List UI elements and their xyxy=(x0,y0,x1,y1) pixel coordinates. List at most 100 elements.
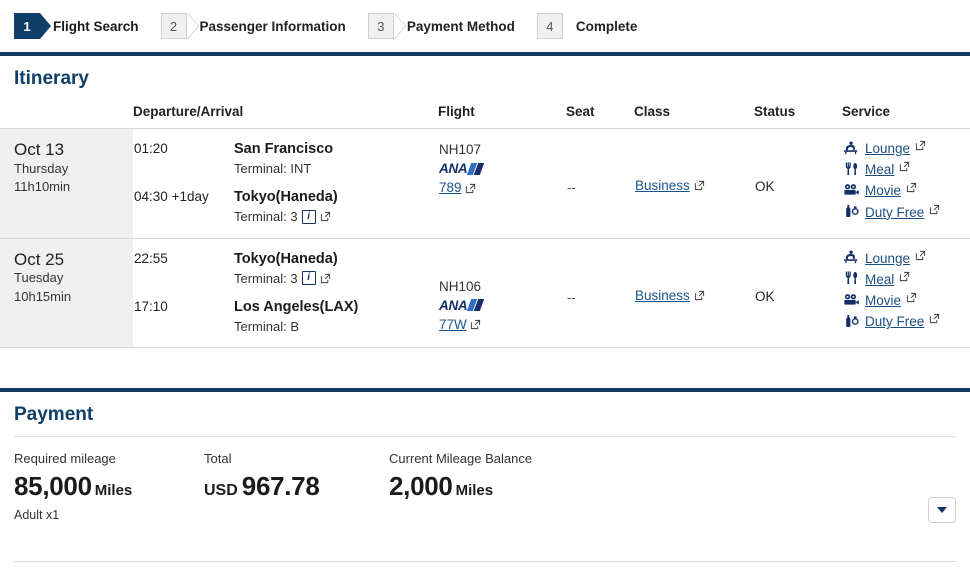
step-1-label: Flight Search xyxy=(53,18,139,34)
payment-summary: Required mileage 85,000 Miles Adult x1 To… xyxy=(0,437,970,522)
cabin-class-link[interactable]: Business xyxy=(635,288,690,303)
service-link[interactable]: Lounge xyxy=(865,250,910,268)
flight-identity: NH106 ANA 77W xyxy=(439,250,565,336)
service-lounge[interactable]: Lounge xyxy=(843,140,969,158)
external-link-icon[interactable] xyxy=(694,290,705,301)
external-link-icon[interactable] xyxy=(899,271,910,282)
progress-steps: 1 Flight Search 2 Passenger Information … xyxy=(0,0,970,52)
passenger-count-note: Adult x1 xyxy=(14,508,60,523)
external-link-icon[interactable] xyxy=(899,161,910,172)
total-value: 967.78 xyxy=(241,471,320,502)
mileage-balance-unit: Miles xyxy=(455,482,494,500)
total-block: Total USD 967.78 xyxy=(204,451,389,522)
arrival-leg: 04:30 +1day Tokyo(Haneda) Terminal: 3 i xyxy=(134,188,437,226)
flight-date-cell: Oct 25 Tuesday 10h15min xyxy=(0,238,133,349)
status-value: OK xyxy=(755,288,775,304)
external-link-icon[interactable] xyxy=(320,211,331,222)
seat-cell: -- xyxy=(566,238,634,349)
col-header-status: Status xyxy=(754,100,842,129)
movie-camera-icon xyxy=(843,292,860,307)
itinerary-table: Departure/Arrival Flight Seat Class Stat… xyxy=(0,100,970,349)
departure-arrival-cell: 22:55 Tokyo(Haneda) Terminal: 3 i 17:10 … xyxy=(133,238,438,349)
mileage-balance-value-row: 2,000 Miles xyxy=(389,471,789,502)
step-4-label: Complete xyxy=(575,18,638,34)
payment-details-toggle-button[interactable] xyxy=(928,497,956,523)
equipment-link[interactable]: 77W xyxy=(439,314,467,336)
external-link-icon[interactable] xyxy=(694,180,705,191)
service-movie[interactable]: Movie xyxy=(843,292,969,310)
service-cell: Lounge Meal Movie Duty Free xyxy=(842,128,970,239)
fork-knife-icon xyxy=(843,271,860,286)
external-link-icon[interactable] xyxy=(915,140,926,151)
equipment-link[interactable]: 789 xyxy=(439,177,462,199)
seat-value: -- xyxy=(567,180,576,195)
service-link[interactable]: Duty Free xyxy=(865,204,924,222)
step-payment-method[interactable]: 3 Payment Method xyxy=(367,13,515,39)
table-row: Oct 13 Thursday 11h10min 01:20 San Franc… xyxy=(0,128,970,239)
arrival-city: Tokyo(Haneda) xyxy=(234,189,338,206)
cabin-class-link[interactable]: Business xyxy=(635,178,690,193)
service-link[interactable]: Movie xyxy=(865,182,901,200)
total-value-row: USD 967.78 xyxy=(204,471,389,502)
flight-duration: 11h10min xyxy=(14,179,71,195)
ana-logo: ANA xyxy=(439,161,565,176)
flight-cell: NH107 ANA 789 xyxy=(438,128,566,239)
service-link[interactable]: Movie xyxy=(865,292,901,310)
lounge-chair-icon xyxy=(843,250,860,265)
arrival-city: Los Angeles(LAX) xyxy=(234,299,359,316)
flight-weekday: Tuesday xyxy=(14,270,64,286)
col-header-service: Service xyxy=(842,100,970,129)
arrival-time-value: 17:10 xyxy=(134,299,168,315)
external-link-icon[interactable] xyxy=(470,319,481,330)
arrival-time: 04:30 +1day xyxy=(134,188,234,204)
service-duty-free[interactable]: Duty Free xyxy=(843,313,969,331)
service-link[interactable]: Meal xyxy=(865,271,894,289)
service-link[interactable]: Meal xyxy=(865,161,894,179)
flight-date-cell: Oct 13 Thursday 11h10min xyxy=(0,128,133,239)
step-1-number: 1 xyxy=(14,13,51,39)
equipment-row: 77W xyxy=(439,314,565,336)
info-icon[interactable]: i xyxy=(301,209,316,224)
external-link-icon[interactable] xyxy=(906,182,917,193)
arrival-terminal: Terminal: B xyxy=(234,318,300,334)
departure-leg: 01:20 San Francisco Terminal: INT xyxy=(134,140,437,178)
external-link-icon[interactable] xyxy=(320,273,331,284)
service-movie[interactable]: Movie xyxy=(843,182,969,200)
total-label: Total xyxy=(204,451,232,467)
required-mileage-value: 85,000 xyxy=(14,471,92,502)
service-link[interactable]: Duty Free xyxy=(865,313,924,331)
status-cell: OK xyxy=(754,128,842,239)
flight-number: NH106 xyxy=(439,278,482,294)
departure-terminal-row: Terminal: INT xyxy=(234,159,333,179)
external-link-icon[interactable] xyxy=(929,204,940,215)
flight-booking-page: 1 Flight Search 2 Passenger Information … xyxy=(0,0,970,574)
service-meal[interactable]: Meal xyxy=(843,161,969,179)
flight-duration: 10h15min xyxy=(14,289,72,305)
flight-number: NH107 xyxy=(439,142,482,157)
service-duty-free[interactable]: Duty Free xyxy=(843,204,969,222)
departure-arrival-cell: 01:20 San Francisco Terminal: INT 04:30 … xyxy=(133,128,438,239)
flight-cell: NH106 ANA 77W xyxy=(438,238,566,349)
external-link-icon[interactable] xyxy=(906,292,917,303)
service-meal[interactable]: Meal xyxy=(843,271,969,289)
service-link[interactable]: Lounge xyxy=(865,140,910,158)
class-row: Business xyxy=(635,250,753,303)
departure-time: 22:55 xyxy=(134,250,168,266)
info-icon[interactable]: i xyxy=(301,271,316,286)
step-flight-search[interactable]: 1 Flight Search xyxy=(14,13,139,39)
departure-leg: 22:55 Tokyo(Haneda) Terminal: 3 i xyxy=(134,250,437,288)
step-passenger-information[interactable]: 2 Passenger Information xyxy=(160,13,346,39)
required-mileage-label: Required mileage xyxy=(14,451,116,467)
arrival-terminal-row: Terminal: 3 i xyxy=(234,207,338,227)
status-cell: OK xyxy=(754,238,842,349)
external-link-icon[interactable] xyxy=(929,313,940,324)
itinerary-header-row: Departure/Arrival Flight Seat Class Stat… xyxy=(0,100,970,129)
external-link-icon[interactable] xyxy=(915,250,926,261)
service-lounge[interactable]: Lounge xyxy=(843,250,969,268)
arrival-time-value: 04:30 xyxy=(134,189,168,205)
lounge-chair-icon xyxy=(843,140,860,155)
external-link-icon[interactable] xyxy=(465,183,476,194)
step-complete[interactable]: 4 Complete xyxy=(536,13,638,39)
ana-logo-text: ANA xyxy=(439,161,468,177)
